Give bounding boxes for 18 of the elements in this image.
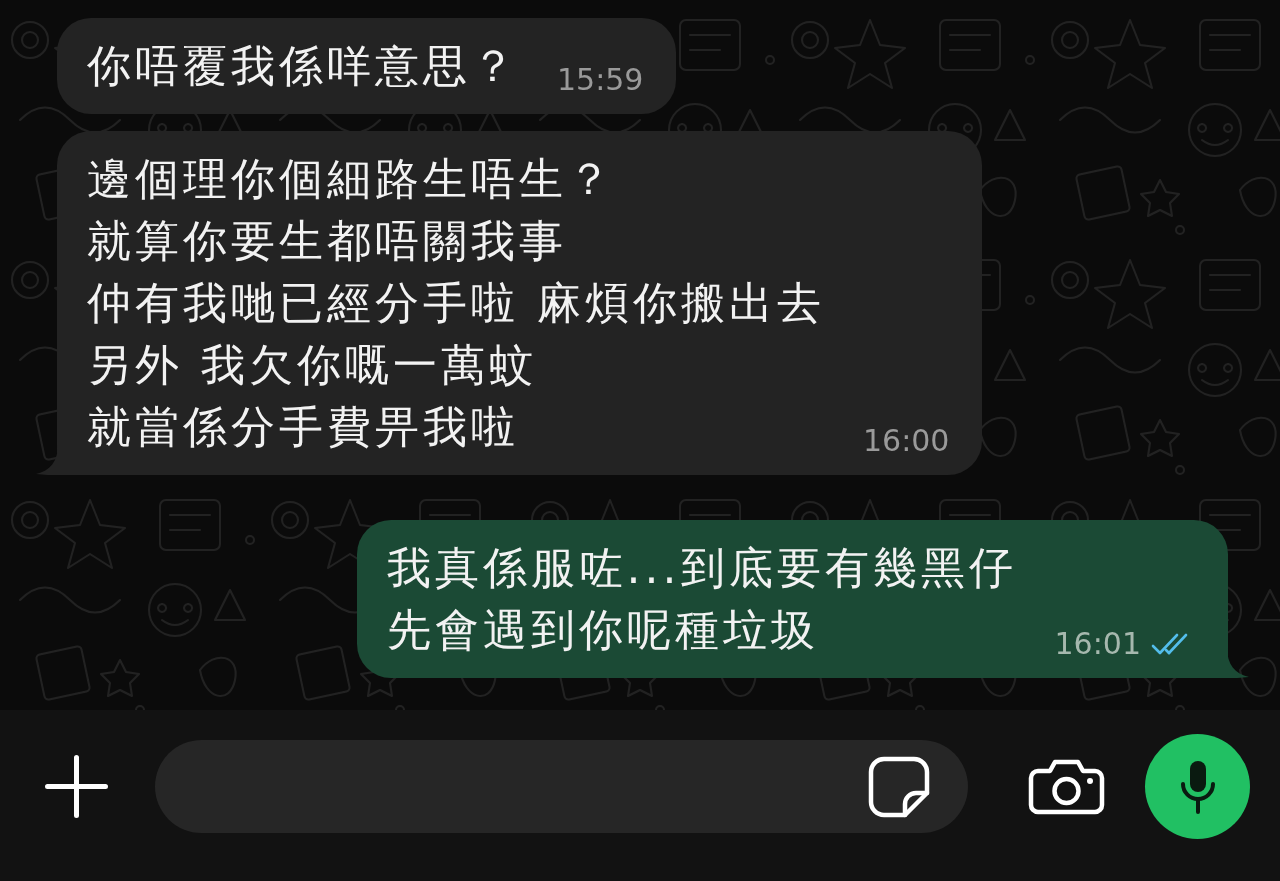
message-text: 邊個理你個細路生唔生？ [87, 152, 616, 206]
message-text: 你唔覆我係咩意思？ [87, 39, 519, 93]
sticker-icon [868, 755, 930, 818]
message-text: 就算你要生都唔關我事 [87, 214, 568, 268]
attach-button[interactable] [45, 755, 108, 818]
message-text: 先會遇到你呢種垃圾 [386, 603, 820, 657]
message-text: 就當係分手費畀我啦 [87, 400, 520, 454]
message-text: 另外 我欠你嘅一萬蚊 [87, 338, 538, 392]
camera-icon [1028, 758, 1105, 815]
plus-icon [45, 755, 108, 818]
microphone-icon [1179, 759, 1216, 814]
camera-button[interactable] [1028, 758, 1105, 815]
message-time: 15:59 [557, 63, 644, 97]
message-text: 仲有我哋已經分手啦 麻煩你搬出去 [87, 276, 825, 330]
sticker-button[interactable] [868, 755, 930, 818]
message-time: 16:00 [863, 424, 950, 458]
message-text: 我真係服咗...到底要有幾黑仔 [386, 541, 1017, 595]
message-time: 16:01 [1054, 627, 1141, 661]
